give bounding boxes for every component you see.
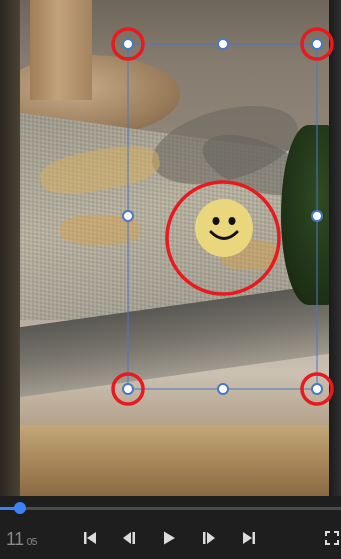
timeline-track[interactable] (0, 507, 341, 510)
resize-handle-bottom[interactable] (217, 383, 229, 395)
playback-controls: 11 05 (0, 496, 341, 559)
step-forward-icon (203, 532, 215, 544)
video-viewer (0, 0, 341, 496)
resize-handle-top-left[interactable] (122, 38, 134, 50)
resize-handle-top-right[interactable] (311, 38, 323, 50)
selection-border (127, 43, 318, 390)
timeline-playhead[interactable] (14, 502, 26, 514)
resize-handle-bottom-left[interactable] (122, 383, 134, 395)
center-highlight-ring (165, 180, 281, 296)
play-button[interactable] (157, 526, 181, 550)
resize-handle-bottom-right[interactable] (311, 383, 323, 395)
resize-handle-right[interactable] (311, 210, 323, 222)
current-timecode: 11 05 (6, 529, 37, 550)
timecode-seconds: 11 (6, 529, 24, 549)
fullscreen-icon (325, 531, 339, 545)
step-back-button[interactable] (117, 526, 141, 550)
resize-handle-top[interactable] (217, 38, 229, 50)
skip-to-end-icon (243, 532, 255, 544)
step-back-icon (123, 532, 135, 544)
transform-selection-box[interactable] (0, 0, 341, 496)
play-icon (164, 531, 175, 545)
timecode-frames: 05 (26, 537, 38, 548)
skip-to-end-button[interactable] (237, 526, 261, 550)
resize-handle-left[interactable] (122, 210, 134, 222)
skip-to-start-button[interactable] (78, 526, 102, 550)
skip-to-start-icon (84, 532, 96, 544)
step-forward-button[interactable] (197, 526, 221, 550)
fullscreen-button[interactable] (320, 526, 341, 550)
